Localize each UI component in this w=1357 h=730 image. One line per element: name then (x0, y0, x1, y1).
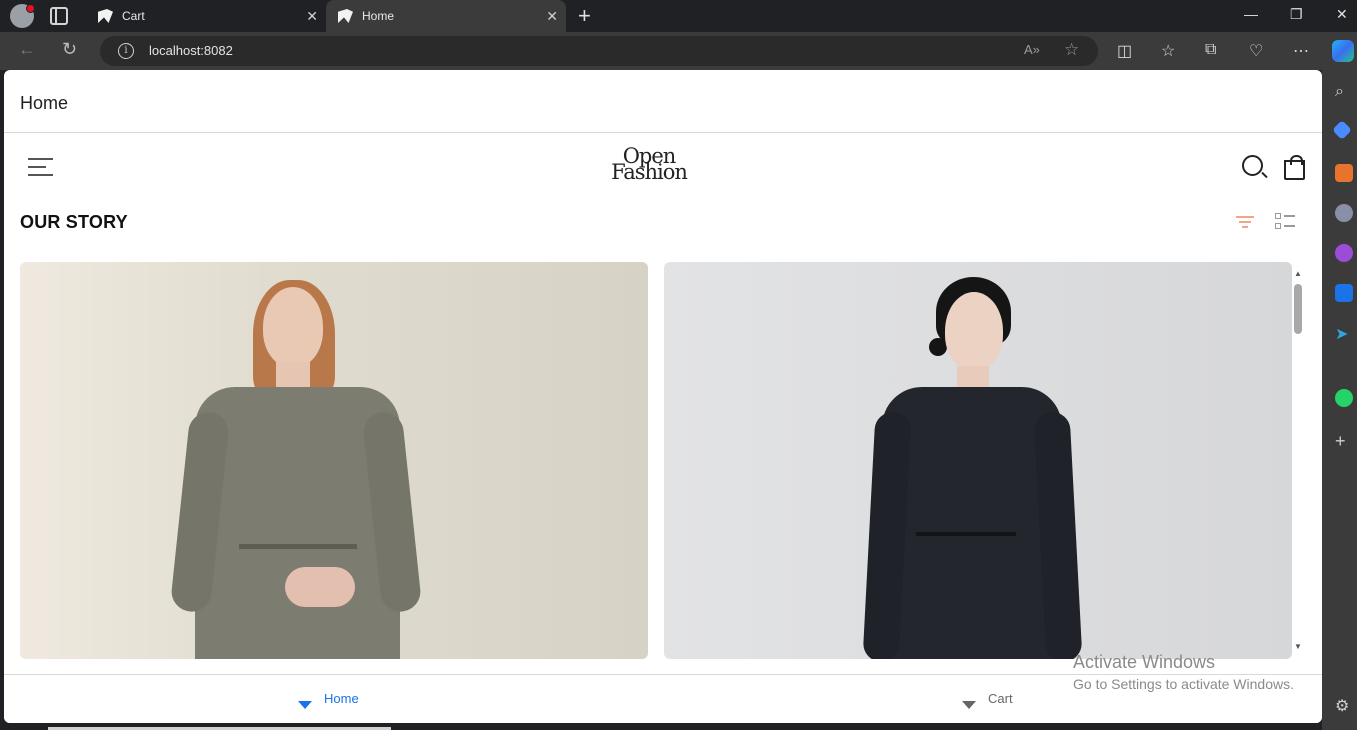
nav-cart-label: Cart (988, 691, 1013, 706)
sidebar-search-icon[interactable]: ⌕ (1335, 83, 1353, 101)
favorite-star-icon[interactable]: ☆ (1064, 40, 1079, 60)
app-viewport: Home Open Fashion OUR STORY ▲ ▼ Home Car… (4, 70, 1322, 723)
tab-actions-icon[interactable] (50, 7, 68, 25)
search-icon[interactable] (1242, 155, 1263, 176)
browser-tab-home[interactable]: Home ✕ (326, 0, 566, 32)
back-icon[interactable]: ← (18, 39, 36, 60)
add-sidebar-app-icon[interactable]: + (1335, 431, 1353, 451)
outlook-icon[interactable] (1335, 284, 1353, 302)
nav-item-cart[interactable]: Cart (962, 691, 1013, 709)
whatsapp-icon[interactable] (1335, 389, 1353, 407)
product-image (20, 262, 648, 659)
browser-toolbar: ← ↻ i localhost:8082 A» ☆ ◫ ☆ ⧉ ♡ ⋯ (0, 32, 1357, 70)
list-view-icon[interactable] (1275, 213, 1295, 230)
windows-activation-watermark: Activate Windows Go to Settings to activ… (1073, 652, 1294, 692)
shopping-bag-icon[interactable] (1284, 155, 1305, 180)
split-screen-icon[interactable]: ◫ (1117, 41, 1132, 61)
page-title: Home (20, 93, 69, 113)
brand-logo: Open Fashion (604, 146, 694, 184)
favorites-icon[interactable]: ☆ (1161, 41, 1175, 61)
tab-label: Home (362, 9, 395, 23)
close-tab-icon[interactable]: ✕ (306, 0, 318, 32)
telegram-icon[interactable]: ➤ (1335, 324, 1353, 343)
tab-label: Cart (122, 9, 145, 23)
close-window-icon[interactable]: ✕ (1336, 6, 1348, 23)
scroll-up-arrow-icon[interactable]: ▲ (1294, 269, 1302, 278)
filter-icon[interactable] (1236, 216, 1254, 228)
product-card[interactable] (20, 262, 648, 659)
section-title: OUR STORY (20, 212, 128, 232)
logo-line-2: Fashion (611, 160, 688, 184)
tools-icon[interactable] (1335, 164, 1353, 182)
nav-item-home[interactable]: Home (298, 691, 359, 709)
minimize-icon[interactable]: — (1244, 6, 1258, 22)
cart-triangle-icon (962, 701, 976, 709)
refresh-icon[interactable]: ↻ (62, 39, 77, 60)
address-bar[interactable]: i localhost:8082 A» ☆ (100, 36, 1098, 66)
close-tab-icon[interactable]: ✕ (546, 0, 558, 32)
new-tab-icon[interactable]: + (578, 3, 591, 29)
hamburger-menu-icon[interactable] (28, 158, 53, 176)
browser-tab-bar: Cart ✕ Home ✕ + — ❐ ✕ (0, 0, 1357, 32)
scroll-down-arrow-icon[interactable]: ▼ (1294, 642, 1302, 651)
notification-dot (26, 4, 35, 13)
read-aloud-icon[interactable]: A» (1024, 42, 1040, 57)
address-url[interactable]: localhost:8082 (149, 43, 233, 58)
games-icon[interactable] (1335, 204, 1353, 222)
watermark-title: Activate Windows (1073, 652, 1216, 672)
collections-icon[interactable]: ⧉ (1205, 41, 1216, 59)
scrollbar-thumb[interactable] (1294, 284, 1302, 334)
watermark-subtitle: Go to Settings to activate Windows. (1073, 676, 1294, 692)
browser-essentials-icon[interactable]: ♡ (1249, 41, 1263, 61)
nav-home-label: Home (324, 691, 359, 706)
restore-icon[interactable]: ❐ (1290, 6, 1303, 23)
home-triangle-icon (298, 701, 312, 709)
favicon-icon (338, 9, 353, 23)
product-image (664, 262, 1292, 659)
favicon-icon (98, 9, 113, 23)
browser-tab-cart[interactable]: Cart ✕ (86, 0, 326, 32)
more-options-icon[interactable]: ⋯ (1293, 41, 1309, 61)
copilot-icon[interactable] (1332, 40, 1354, 62)
site-info-icon[interactable]: i (118, 43, 134, 59)
app-header: Home (4, 70, 1322, 133)
product-card[interactable] (664, 262, 1292, 659)
sidebar-settings-icon[interactable]: ⚙ (1335, 696, 1353, 715)
microsoft-365-icon[interactable] (1335, 244, 1353, 262)
